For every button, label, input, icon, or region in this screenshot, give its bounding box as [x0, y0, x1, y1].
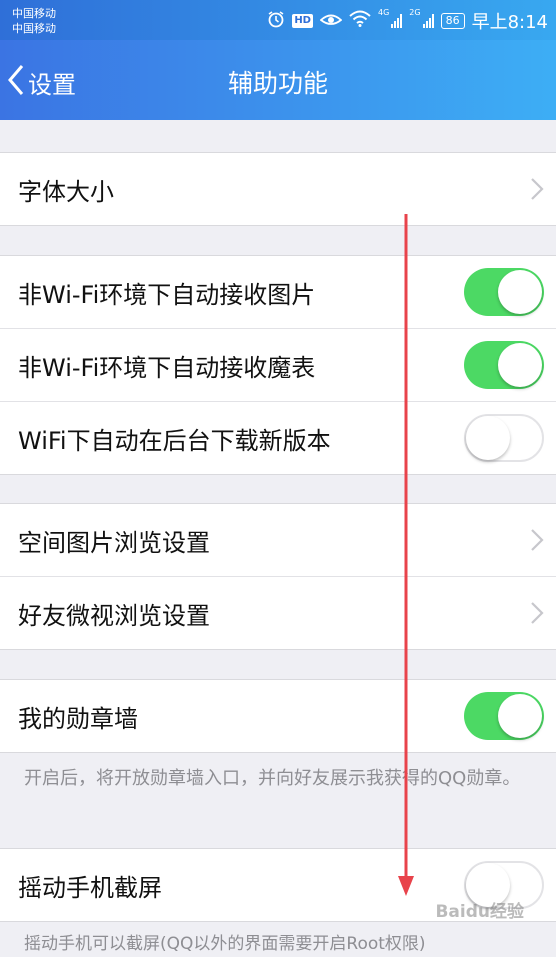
qzone-images-item[interactable]: 空间图片浏览设置: [0, 504, 556, 576]
chevron-right-icon: [530, 528, 544, 556]
auto-recv-image-toggle[interactable]: [464, 268, 544, 316]
medal-wall-note: 开启后，将开放勋章墙入口，并向好友展示我获得的QQ勋章。: [24, 768, 521, 789]
font-size-item[interactable]: 字体大小: [0, 153, 556, 225]
wifi-bg-download-item: WiFi下自动在后台下载新版本: [0, 401, 556, 474]
wifi-bg-download-toggle[interactable]: [464, 414, 544, 462]
friend-weishi-item[interactable]: 好友微视浏览设置: [0, 576, 556, 649]
wifi-icon: [349, 10, 371, 32]
friend-weishi-label: 好友微视浏览设置: [18, 601, 210, 630]
medal-wall-label: 我的勋章墙: [18, 704, 138, 733]
chevron-right-icon: [530, 177, 544, 205]
qzone-images-label: 空间图片浏览设置: [18, 528, 210, 557]
toggle-knob: [466, 416, 510, 460]
carrier-info: 中国移动 中国移动: [12, 6, 56, 36]
watermark-logo: Baidu经验: [435, 902, 524, 922]
status-icons: HD 4G 2G 86 早上8:14: [267, 9, 548, 33]
shake-screenshot-label: 摇动手机截屏: [18, 873, 162, 902]
navigation-bar: 设置 辅助功能: [0, 40, 556, 120]
auto-recv-image-label: 非Wi-Fi环境下自动接收图片: [18, 280, 316, 309]
status-bar: 中国移动 中国移动 HD 4G 2G 86 早上8:14: [0, 0, 556, 40]
signal-icon-2: [422, 14, 434, 28]
font-size-label: 字体大小: [18, 177, 114, 206]
toggle-knob: [498, 343, 542, 387]
signal-icon-1: [391, 14, 403, 28]
clock: 早上8:14: [471, 12, 548, 33]
hd-icon: HD: [292, 14, 313, 28]
page-title: 辅助功能: [227, 69, 328, 98]
auto-recv-magic-item: 非Wi-Fi环境下自动接收魔表: [0, 328, 556, 401]
settings-group-browse: 空间图片浏览设置 好友微视浏览设置: [0, 503, 556, 650]
auto-recv-magic-label: 非Wi-Fi环境下自动接收魔表: [18, 353, 316, 382]
network-type-2: 2G: [409, 8, 421, 17]
settings-group-download: 非Wi-Fi环境下自动接收图片 非Wi-Fi环境下自动接收魔表 WiFi下自动在…: [0, 255, 556, 475]
network-type-1: 4G: [377, 8, 390, 17]
chevron-right-icon: [530, 601, 544, 629]
carrier-1: 中国移动: [12, 7, 56, 20]
carrier-2: 中国移动: [12, 22, 56, 35]
medal-wall-item: 我的勋章墙: [0, 680, 556, 752]
shake-screenshot-note: 摇动手机可以截屏(QQ以外的界面需要开启Root权限): [24, 934, 426, 954]
medal-wall-toggle[interactable]: [464, 692, 544, 740]
alarm-icon: [267, 10, 285, 33]
wifi-bg-download-label: WiFi下自动在后台下载新版本: [18, 426, 331, 455]
auto-recv-image-item: 非Wi-Fi环境下自动接收图片: [0, 256, 556, 328]
toggle-knob: [498, 694, 542, 738]
settings-group-medal: 我的勋章墙: [0, 679, 556, 753]
eye-comfort-icon: [319, 11, 343, 32]
battery-icon: 86: [440, 13, 465, 29]
toggle-knob: [498, 270, 542, 314]
auto-recv-magic-toggle[interactable]: [464, 341, 544, 389]
settings-group-font: 字体大小: [0, 152, 556, 226]
